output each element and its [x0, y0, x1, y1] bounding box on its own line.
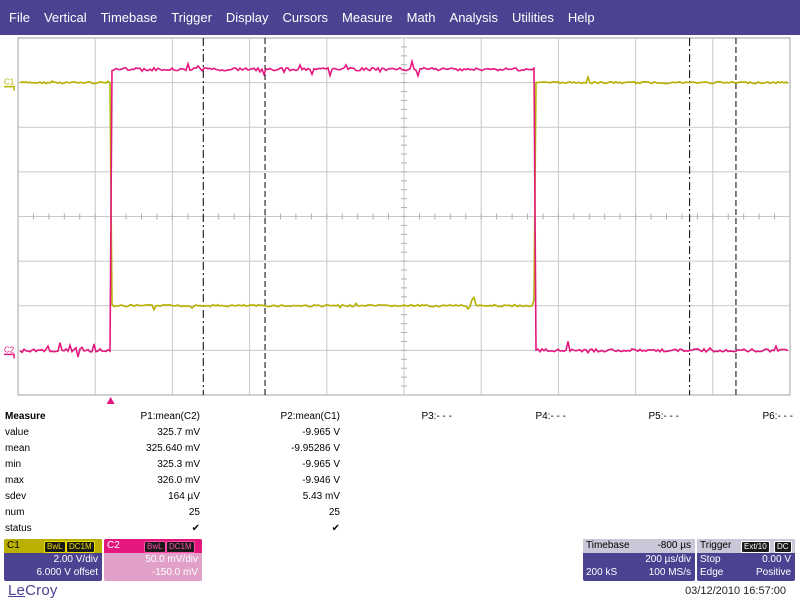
measure-value: 326.0 mV: [157, 475, 200, 486]
measure-value: 325.3 mV: [157, 459, 200, 470]
measure-row-value: value 325.7 mV -9.965 V: [0, 425, 800, 441]
c2-descriptor-body: 50.0 mV/div -150.0 mV: [104, 553, 202, 581]
timebase-header: Timebase -800 µs: [583, 539, 695, 553]
c2-name: C2: [107, 540, 120, 551]
menu-math[interactable]: Math: [400, 0, 443, 35]
graticule: [17, 37, 791, 396]
status-check-icon: ✔: [191, 523, 200, 534]
measure-value: -9.946 V: [302, 475, 340, 486]
measure-title[interactable]: Measure: [5, 409, 46, 425]
status-check-icon: ✔: [331, 523, 340, 534]
logo-le: Le: [8, 582, 26, 599]
trigger-source-tag: Ext/10: [741, 541, 770, 553]
trigger-header: Trigger Ext/10 DC: [697, 539, 795, 553]
trigger-level: 0.00 V: [762, 554, 791, 565]
trigger-mode: Stop: [700, 554, 721, 565]
timebase-delay: -800 µs: [657, 540, 691, 551]
c1-ground-marker[interactable]: C1: [4, 78, 15, 91]
measure-row-label: max: [5, 475, 24, 486]
menu-measure[interactable]: Measure: [335, 0, 400, 35]
measure-value: -9.965 V: [302, 427, 340, 438]
measure-table: Measure P1:mean(C2) P2:mean(C1) P3:- - - P4:…: [0, 405, 800, 535]
measure-row-num: num 25 25: [0, 505, 800, 521]
param-header-p3[interactable]: P3:- - -: [421, 409, 452, 425]
measure-value: 25: [328, 507, 340, 518]
c2-coupling-tag: DC1M: [166, 541, 195, 553]
measure-row-label: min: [5, 459, 22, 470]
menu-cursors[interactable]: Cursors: [276, 0, 336, 35]
trigger-title: Trigger: [700, 540, 732, 551]
measure-row-label: value: [5, 427, 29, 438]
c1-name: C1: [7, 540, 20, 551]
menu-display[interactable]: Display: [219, 0, 276, 35]
measure-row-label: mean: [5, 443, 31, 454]
measure-row-label: num: [5, 507, 25, 518]
c1-descriptor[interactable]: C1 BwL DC1M 2.00 V/div 6.000 V offset: [4, 539, 102, 581]
timebase-title: Timebase: [586, 540, 630, 551]
measure-header-row: Measure P1:mean(C2) P2:mean(C1) P3:- - - P4:…: [0, 409, 800, 425]
menu-trigger[interactable]: Trigger: [164, 0, 219, 35]
waveform-display[interactable]: C1 C2: [0, 35, 800, 405]
c1-descriptor-header: C1 BwL DC1M: [4, 539, 102, 553]
param-header-p5[interactable]: P5:- - -: [648, 409, 679, 425]
param-header-p2[interactable]: P2:mean(C1): [281, 409, 340, 425]
timebase-descriptor[interactable]: Timebase -800 µs 200 µs/div 200 kS 100 M…: [583, 539, 695, 581]
timebase-samples: 200 kS: [586, 567, 618, 578]
menu-vertical[interactable]: Vertical: [37, 0, 94, 35]
menu-help[interactable]: Help: [561, 0, 602, 35]
menu-utilities[interactable]: Utilities: [505, 0, 561, 35]
trigger-slope: Positive: [755, 567, 791, 578]
timestamp: 03/12/2010 16:57:00: [685, 585, 786, 597]
c2-ground-marker[interactable]: C2: [4, 345, 15, 359]
timebase-tdiv: 200 µs/div: [645, 554, 691, 565]
c2-descriptor-header: C2 BwL DC1M: [104, 539, 202, 553]
measure-row-status: status ✔ ✔: [0, 521, 800, 537]
menu-analysis[interactable]: Analysis: [443, 0, 505, 35]
logo-rest: Croy: [25, 582, 58, 599]
triangle-up-icon[interactable]: [106, 397, 115, 404]
param-header-p4[interactable]: P4:- - -: [535, 409, 566, 425]
measure-value: 164 µV: [168, 491, 200, 502]
trigger-coupling-tag: DC: [774, 541, 792, 553]
measure-row-mean: mean 325.640 mV -9.95286 V: [0, 441, 800, 457]
c2-bandwidth-tag: BwL: [144, 541, 166, 553]
timebase-rate: 100 MS/s: [648, 567, 691, 578]
c1-offset: 6.000 V offset: [36, 567, 98, 578]
menu-bar: File Vertical Timebase Trigger Display Cursor…: [0, 0, 800, 35]
c1-vdiv: 2.00 V/div: [53, 554, 98, 565]
c2-offset: -150.0 mV: [151, 567, 198, 578]
measure-row-label: status: [5, 523, 32, 534]
measure-row-max: max 326.0 mV -9.946 V: [0, 473, 800, 489]
param-header-p6[interactable]: P6:- - -: [762, 409, 793, 425]
c1-coupling-tag: DC1M: [66, 541, 95, 553]
measure-value: 5.43 mV: [302, 491, 340, 502]
waveform-grid: C1 C2: [4, 37, 791, 404]
measure-row-sdev: sdev 164 µV 5.43 mV: [0, 489, 800, 505]
measure-row-label: sdev: [5, 491, 27, 502]
measure-value: -9.95286 V: [291, 443, 340, 454]
c1-label: C1: [4, 78, 15, 87]
c2-vdiv: 50.0 mV/div: [145, 554, 198, 565]
c1-descriptor-body: 2.00 V/div 6.000 V offset: [4, 553, 102, 581]
trigger-descriptor[interactable]: Trigger Ext/10 DC Stop 0.00 V Edge Posit…: [697, 539, 795, 581]
measure-row-min: min 325.3 mV -9.965 V: [0, 457, 800, 473]
menu-file[interactable]: File: [0, 0, 37, 35]
trigger-type: Edge: [700, 567, 724, 578]
measure-value: 325.7 mV: [157, 427, 200, 438]
c2-descriptor[interactable]: C2 BwL DC1M 50.0 mV/div -150.0 mV: [104, 539, 202, 581]
measure-value: 25: [188, 507, 200, 518]
measure-value: -9.965 V: [302, 459, 340, 470]
measure-value: 325.640 mV: [146, 443, 200, 454]
c1-bandwidth-tag: BwL: [44, 541, 66, 553]
lecroy-logo: LeCroy: [8, 582, 58, 599]
menu-timebase[interactable]: Timebase: [94, 0, 165, 35]
c2-label: C2: [4, 345, 15, 354]
param-header-p1[interactable]: P1:mean(C2): [141, 409, 200, 425]
